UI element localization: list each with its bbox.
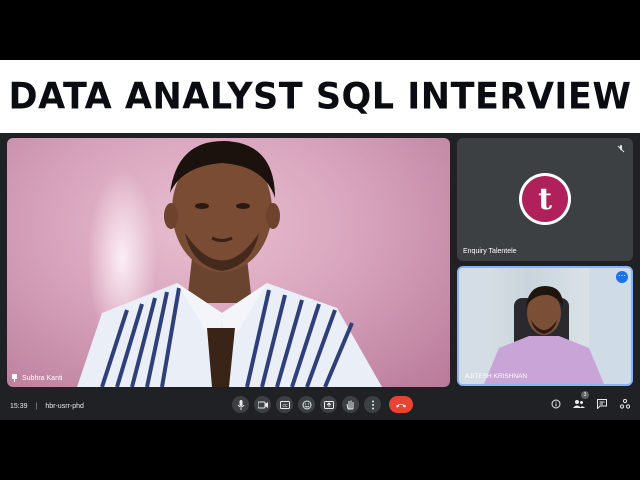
pin-icon bbox=[11, 374, 18, 382]
side-bottom-name-label: AJITESH KRISHNAN bbox=[465, 373, 527, 380]
chat-icon bbox=[597, 399, 607, 409]
activities-button[interactable] bbox=[618, 397, 632, 411]
chat-button[interactable] bbox=[595, 397, 609, 411]
people-icon bbox=[573, 400, 585, 408]
meeting-info: 15:39 | hbr-usrr-phd bbox=[10, 402, 84, 410]
participant-name: Subhra Kanti bbox=[22, 374, 63, 382]
participant-tile-enquiry[interactable]: t Enquiry Talentele bbox=[457, 138, 633, 261]
meeting-toolbar: 15:39 | hbr-usrr-phd cc 3 bbox=[0, 391, 640, 420]
title-banner: DATA ANALYST SQL INTERVIEW bbox=[0, 60, 640, 133]
present-button[interactable] bbox=[320, 396, 337, 413]
leave-call-button[interactable] bbox=[389, 396, 413, 413]
mic-icon bbox=[237, 399, 244, 410]
mic-button[interactable] bbox=[232, 396, 249, 413]
main-name-label: Subhra Kanti bbox=[11, 374, 62, 382]
main-video-tile[interactable]: Subhra Kanti bbox=[7, 138, 450, 387]
more-options-icon[interactable]: ⋯ bbox=[616, 271, 628, 283]
participant-video bbox=[459, 268, 631, 384]
meeting-side-controls: 3 bbox=[549, 391, 632, 411]
participant-count-badge: 3 bbox=[581, 391, 589, 399]
meeting-code: hbr-usrr-phd bbox=[45, 402, 84, 410]
side-top-name-label: Enquiry Talentele bbox=[463, 248, 517, 255]
end-call-icon bbox=[396, 403, 406, 407]
participant-tile-ajitesh[interactable]: ⋯ AJITESH KRISHNAN bbox=[457, 266, 633, 386]
mic-off-icon bbox=[617, 145, 625, 153]
call-controls: cc bbox=[232, 396, 413, 413]
captions-button[interactable]: cc bbox=[276, 396, 293, 413]
meeting-details-button[interactable] bbox=[549, 397, 563, 411]
activities-icon bbox=[620, 399, 630, 409]
hand-icon bbox=[346, 400, 354, 409]
participant-name: AJITESH KRISHNAN bbox=[465, 373, 528, 380]
camera-button[interactable] bbox=[254, 396, 271, 413]
clock-time: 15:39 bbox=[10, 402, 28, 410]
emoji-icon bbox=[302, 400, 311, 409]
avatar-letter: t bbox=[522, 176, 568, 222]
camera-icon bbox=[257, 401, 268, 408]
meeting-window: Subhra Kanti t Enquiry Talentele ⋯ AJITE… bbox=[0, 133, 640, 420]
emoji-button[interactable] bbox=[298, 396, 315, 413]
people-button[interactable]: 3 bbox=[572, 391, 589, 411]
raise-hand-button[interactable] bbox=[342, 396, 359, 413]
svg-text:cc: cc bbox=[282, 403, 288, 409]
participant-name: Enquiry Talentele bbox=[463, 248, 517, 255]
avatar: t bbox=[519, 173, 571, 225]
banner-title: DATA ANALYST SQL INTERVIEW bbox=[8, 75, 632, 118]
speaker-video bbox=[77, 140, 382, 387]
captions-icon: cc bbox=[279, 400, 290, 409]
more-options-button[interactable] bbox=[364, 396, 381, 413]
info-icon bbox=[551, 399, 561, 409]
more-vert-icon bbox=[371, 400, 374, 409]
present-icon bbox=[323, 400, 334, 409]
